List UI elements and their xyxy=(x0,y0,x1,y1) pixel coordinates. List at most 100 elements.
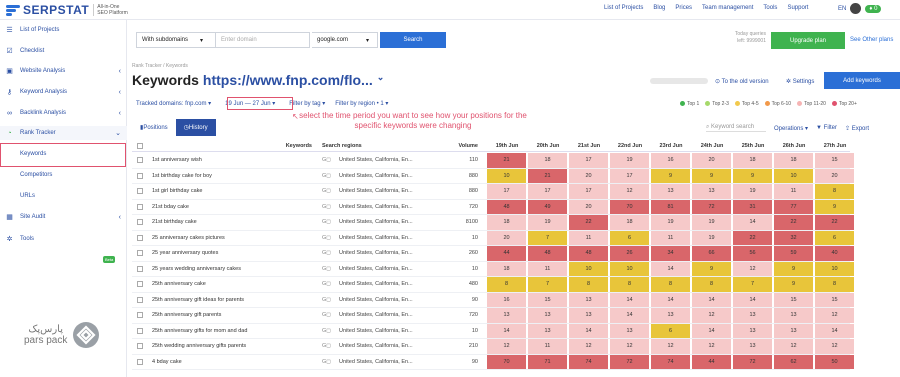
keyword-cell[interactable]: 21st birthday cake xyxy=(152,215,317,230)
search-button[interactable]: Search xyxy=(380,32,446,48)
upgrade-plan-button[interactable]: Upgrade plan xyxy=(771,32,845,49)
serpstat-logo[interactable]: SERPSTAT All-in-One SEO Platform xyxy=(6,3,129,17)
filter-button[interactable]: ▼ Filter xyxy=(816,125,837,131)
search-engine-select[interactable]: google.com ▾ xyxy=(312,32,378,48)
column-header-date[interactable]: 20th Jun xyxy=(528,140,568,151)
row-checkbox[interactable] xyxy=(137,184,143,199)
serp-icons: G◻ xyxy=(322,355,334,370)
sidebar-item-site-audit[interactable]: ▦ Site Audit ‹ xyxy=(0,210,127,224)
sidebar-item-tools[interactable]: ✲ Tools xyxy=(0,232,127,246)
nav-tools[interactable]: Tools xyxy=(763,5,777,11)
keyword-cell[interactable]: 21st bday cake xyxy=(152,200,317,215)
see-other-plans-link[interactable]: See Other plans xyxy=(850,37,893,43)
rank-cell: 14 xyxy=(651,292,691,307)
tag-filter[interactable]: Filter by tag ▾ xyxy=(289,100,325,107)
region-filter[interactable]: Filter by region • 1 ▾ xyxy=(335,100,388,107)
column-header-date[interactable]: 21st Jun xyxy=(569,140,609,151)
row-checkbox[interactable] xyxy=(137,153,143,168)
filter-icon: ▼ xyxy=(816,125,824,131)
parspack-watermark: پارس‌پک pars pack xyxy=(24,322,100,348)
nav-prices[interactable]: Prices xyxy=(675,5,692,11)
chevron-down-icon[interactable]: ⌄ xyxy=(377,72,385,88)
column-header-date[interactable]: 25th Jun xyxy=(733,140,773,151)
rank-cell: 22 xyxy=(774,215,814,230)
notifications-badge[interactable]: ♦ 0 xyxy=(865,4,882,13)
nav-support[interactable]: Support xyxy=(787,5,808,11)
row-checkbox[interactable] xyxy=(137,215,143,230)
select-all-checkbox[interactable] xyxy=(137,140,143,151)
column-header-date[interactable]: 24th Jun xyxy=(692,140,732,151)
column-header-keywords[interactable]: Keywords xyxy=(252,140,312,151)
beta-badge: Beta xyxy=(103,256,116,263)
keyword-search-input[interactable]: ⌕ Keyword search xyxy=(706,124,766,132)
keyword-cell[interactable]: 1st anniversary wish xyxy=(152,153,317,168)
row-checkbox[interactable] xyxy=(137,169,143,184)
keyword-cell[interactable]: 25 year anniversary quotes xyxy=(152,246,317,261)
row-checkbox[interactable] xyxy=(137,339,143,354)
row-checkbox[interactable] xyxy=(137,308,143,323)
column-header-date[interactable]: 19th Jun xyxy=(487,140,527,151)
rank-cell: 19 xyxy=(528,215,568,230)
keyword-cell[interactable]: 1st girl birthday cake xyxy=(152,184,317,199)
sidebar-subitem-competitors[interactable]: Competitors xyxy=(20,172,52,178)
column-header-volume[interactable]: Volume xyxy=(428,140,478,151)
row-checkbox[interactable] xyxy=(137,231,143,246)
row-checkbox[interactable] xyxy=(137,324,143,339)
volume-cell: 90 xyxy=(471,358,478,365)
row-checkbox[interactable] xyxy=(137,246,143,261)
row-checkbox[interactable] xyxy=(137,262,143,277)
tab-history[interactable]: ◷ History xyxy=(175,119,216,136)
sidebar-item-website-analysis[interactable]: ▣ Website Analysis ‹ xyxy=(0,64,127,78)
sidebar-subitem-urls[interactable]: URLs xyxy=(20,193,35,199)
region-cell: United States, California, En... xyxy=(339,343,413,350)
rank-cell: 13 xyxy=(651,308,691,323)
column-header-date[interactable]: 27th Jun xyxy=(815,140,855,151)
legend-top1: Top 1 xyxy=(680,101,699,107)
keyword-cell[interactable]: 1st birthday cake for boy xyxy=(152,169,317,184)
column-header-date[interactable]: 26th Jun xyxy=(774,140,814,151)
domain-input[interactable]: Enter domain xyxy=(216,32,310,48)
rank-cell: 20 xyxy=(692,153,732,168)
column-header-date[interactable]: 23rd Jun xyxy=(651,140,691,151)
key-icon: ⚷ xyxy=(6,89,13,96)
breadcrumb[interactable]: Rank Tracker / Keywords xyxy=(132,63,188,69)
rank-cell: 18 xyxy=(528,153,568,168)
sidebar-item-keyword-analysis[interactable]: ⚷ Keyword Analysis ‹ xyxy=(0,85,127,99)
row-checkbox[interactable] xyxy=(137,277,143,292)
volume-cell: 260 xyxy=(468,250,478,257)
keyword-cell[interactable]: 25th anniversary gift ideas for parents xyxy=(152,293,317,308)
keyword-cell[interactable]: 25th anniversary gifts for mom and dad xyxy=(152,324,317,339)
tracked-domains-filter[interactable]: Tracked domains: fnp.com ▾ xyxy=(136,100,211,107)
row-checkbox[interactable] xyxy=(137,293,143,308)
sidebar-item-list-of-projects[interactable]: ☰ List of Projects xyxy=(0,23,127,37)
settings-link[interactable]: ✲ Settings xyxy=(786,78,814,85)
column-header-date[interactable]: 22nd Jun xyxy=(610,140,650,151)
table-row: 25 years wedding anniversary cakes G◻ Unit… xyxy=(132,261,855,277)
project-url-selector[interactable]: https://www.fnp.com/flo... xyxy=(203,72,373,88)
row-checkbox[interactable] xyxy=(137,355,143,370)
row-checkbox[interactable] xyxy=(137,200,143,215)
nav-blog[interactable]: Blog xyxy=(653,5,665,11)
avatar[interactable] xyxy=(850,3,862,14)
language-selector[interactable]: EN xyxy=(838,6,846,12)
subdomain-select[interactable]: With subdomains ▾ xyxy=(136,32,216,48)
keyword-cell[interactable]: 25 years wedding anniversary cakes xyxy=(152,262,317,277)
sidebar-item-backlink-analysis[interactable]: ∞ Backlink Analysis ‹ xyxy=(0,106,127,120)
keyword-cell[interactable]: 25th anniversary gift parents xyxy=(152,308,317,323)
keyword-cell[interactable]: 4 bday cake xyxy=(152,355,317,370)
export-button[interactable]: ⇪ Export xyxy=(845,125,869,132)
keyword-cell[interactable]: 25th anniversary cake xyxy=(152,277,317,292)
sidebar-subitem-keywords[interactable]: Keywords xyxy=(20,151,46,157)
queries-info: Today queries left: 9999001 xyxy=(720,31,766,45)
sidebar-item-rank-tracker[interactable]: ◔ Rank Tracker ⌄ xyxy=(0,126,127,140)
tab-positions[interactable]: ▮ Positions xyxy=(132,119,176,136)
nav-list-of-projects[interactable]: List of Projects xyxy=(604,5,643,11)
sidebar-item-checklist[interactable]: ☑ Checklist xyxy=(0,44,127,58)
keyword-cell[interactable]: 25th wedding anniversary gifts parents xyxy=(152,339,317,354)
rank-cell: 8 xyxy=(815,277,855,292)
keyword-cell[interactable]: 25 anniversary cakes pictures xyxy=(152,231,317,246)
old-version-link[interactable]: ⊙ To the old version xyxy=(715,78,769,85)
operations-dropdown[interactable]: Operations ▾ xyxy=(774,125,808,132)
add-keywords-button[interactable]: Add keywords xyxy=(824,72,900,89)
nav-team-management[interactable]: Team management xyxy=(702,5,753,11)
